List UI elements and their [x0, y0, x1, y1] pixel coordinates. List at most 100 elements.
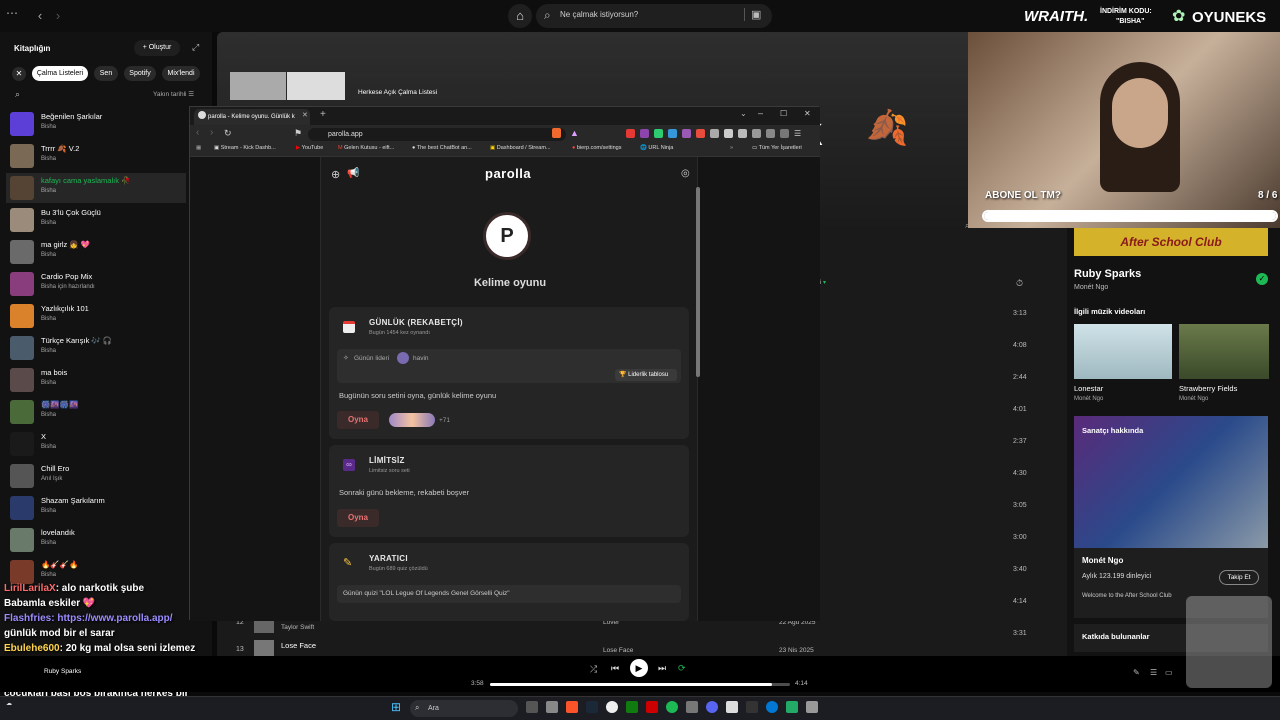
- close-window-icon[interactable]: ✕: [804, 109, 811, 118]
- video-title-lonestar[interactable]: Lonestar: [1074, 384, 1103, 393]
- video-thumb-strawberry[interactable]: [1179, 324, 1269, 379]
- apps-grid-icon[interactable]: ▦: [196, 145, 201, 151]
- bookmark-1[interactable]: ▣ Stream - Kick Dashb...: [214, 145, 276, 151]
- brave-browser-icon[interactable]: [566, 701, 578, 713]
- extension-icon-1[interactable]: [626, 129, 635, 138]
- now-playing-artist[interactable]: Monét Ngo: [1074, 284, 1108, 291]
- playlist-item[interactable]: kafayı cama yaslamalık 🥀 Bisha: [6, 173, 186, 203]
- wallet-icon[interactable]: [752, 129, 761, 138]
- repeat-icon[interactable]: ⟳: [678, 663, 686, 674]
- forward-arrow-icon[interactable]: ›: [50, 8, 66, 24]
- steam-icon[interactable]: [586, 701, 598, 713]
- unlimited-play-button[interactable]: Oyna: [337, 509, 379, 527]
- playlist-item[interactable]: Chill Ero Anıl Işık: [10, 461, 186, 491]
- windows-start-icon[interactable]: ⊞: [391, 701, 404, 714]
- edge-icon[interactable]: [766, 701, 778, 713]
- taskview-icon[interactable]: [526, 701, 538, 713]
- more-options-icon[interactable]: ⋯: [6, 6, 18, 20]
- playlist-item[interactable]: Shazam Şarkılarım Bisha: [10, 493, 186, 523]
- taskbar-search[interactable]: Ara: [410, 700, 518, 717]
- all-bookmarks[interactable]: ▭ Tüm Yer İşaretleri: [752, 145, 802, 151]
- daily-mode-card[interactable]: GÜNLÜK (REKABETÇİ) Bugün 1454 kez oynand…: [329, 307, 689, 439]
- notepad-icon[interactable]: [726, 701, 738, 713]
- chip-you[interactable]: Sen: [94, 66, 118, 81]
- expand-icon[interactable]: ⤢: [192, 42, 199, 53]
- clear-filter-icon[interactable]: ✕: [12, 67, 26, 81]
- spotify-icon[interactable]: [666, 701, 678, 713]
- file-explorer-icon[interactable]: [546, 701, 558, 713]
- back-arrow-icon[interactable]: ‹: [32, 8, 48, 24]
- scrollbar-thumb[interactable]: [696, 187, 700, 377]
- home-icon[interactable]: ⌂: [508, 4, 532, 28]
- brave-rewards-icon[interactable]: ▲: [570, 128, 579, 138]
- bookmark-youtube[interactable]: ▶ YouTube: [296, 145, 323, 151]
- extensions-puzzle-icon[interactable]: [724, 129, 733, 138]
- chip-mixed[interactable]: Mix'lendi: [162, 66, 200, 81]
- extension-icon-6[interactable]: [696, 129, 705, 138]
- brave-shield-icon[interactable]: [552, 128, 561, 138]
- discord-icon[interactable]: [706, 701, 718, 713]
- quiz-of-day[interactable]: Günün quizi "LOL Legue Of Legends Genel …: [337, 585, 681, 603]
- leo-icon[interactable]: [766, 129, 775, 138]
- daily-play-button[interactable]: Oyna: [337, 411, 379, 429]
- chat-username[interactable]: Ebulehe600: [4, 643, 60, 654]
- obs-icon[interactable]: [606, 701, 618, 713]
- creator-mode-card[interactable]: ✎ YARATICI Bugün 689 quiz çözüldü Günün …: [329, 543, 689, 621]
- previous-icon[interactable]: ⏮: [611, 663, 619, 674]
- playlist-item[interactable]: Türkçe Karışık 🎶 🎧 Bisha: [10, 333, 186, 363]
- browse-icon[interactable]: ▣: [744, 8, 761, 21]
- playlist-item[interactable]: 🎆🌆🎆🌆 Bisha: [10, 397, 186, 427]
- app-green-icon[interactable]: [786, 701, 798, 713]
- chip-playlists[interactable]: Çalma Listeleri: [32, 66, 88, 81]
- leaderboard-button[interactable]: 🏆 Liderlik tablosu: [615, 369, 677, 381]
- extension-icon-7[interactable]: [710, 129, 719, 138]
- artist-about-image[interactable]: [1074, 416, 1268, 548]
- queue-icon[interactable]: ☰: [1150, 668, 1157, 677]
- create-button[interactable]: + Oluştur: [134, 40, 180, 56]
- app-misc-icon[interactable]: [806, 701, 818, 713]
- capcut-icon[interactable]: [746, 701, 758, 713]
- xbox-icon[interactable]: [626, 701, 638, 713]
- extension-icon-5[interactable]: [682, 129, 691, 138]
- track-album-13[interactable]: Lose Face: [603, 647, 633, 654]
- playlist-item[interactable]: Trrrr 🍂 V.2 Bisha: [10, 141, 186, 171]
- progress-track[interactable]: [490, 683, 790, 686]
- browser-forward-icon[interactable]: ›: [210, 127, 213, 138]
- sidebar-toggle-icon[interactable]: [738, 129, 747, 138]
- address-bar[interactable]: parolla.app: [308, 128, 566, 141]
- bookmark-gmail[interactable]: M Gelen Kutusu - eift...: [338, 145, 394, 151]
- chat-username[interactable]: Flashfries: [4, 613, 51, 624]
- bookmark-urlninja[interactable]: 🌐 URL Ninja: [640, 145, 673, 151]
- now-playing-title[interactable]: Ruby Sparks: [1074, 268, 1141, 280]
- leader-name[interactable]: havin: [413, 355, 429, 362]
- video-title-strawberry[interactable]: Strawberry Fields: [1179, 384, 1237, 393]
- play-pause-button[interactable]: ▶: [630, 659, 648, 677]
- language-icon[interactable]: ⊕: [331, 168, 340, 181]
- extension-icon-2[interactable]: [640, 129, 649, 138]
- reload-icon[interactable]: ↻: [224, 128, 232, 139]
- tab-close-icon[interactable]: ✕: [302, 111, 308, 119]
- bookmark-dashboard[interactable]: ▣ Dashboard / Stream...: [490, 145, 551, 151]
- track-title-13[interactable]: Lose Face: [281, 641, 316, 650]
- browser-tab[interactable]: parolla - Kelime oyunu. Günlük k: [194, 109, 310, 125]
- playlist-item[interactable]: Yazlıkçılık 101 Bisha: [10, 301, 186, 331]
- chat-username[interactable]: LirilLarilaX: [4, 583, 56, 594]
- app-red-icon[interactable]: [646, 701, 658, 713]
- menu-icon[interactable]: ☰: [794, 129, 803, 138]
- minimize-icon[interactable]: –: [758, 108, 763, 118]
- more-bookmarks-icon[interactable]: »: [730, 145, 733, 151]
- new-tab-icon[interactable]: +: [320, 109, 326, 120]
- profile-icon[interactable]: ◎: [681, 168, 690, 179]
- devices-icon[interactable]: ▭: [1165, 668, 1173, 677]
- playlist-item[interactable]: Beğenilen Şarkılar Bisha: [10, 109, 186, 139]
- sort-dropdown[interactable]: Yakın tarihli ☰: [153, 90, 194, 98]
- playlist-item[interactable]: ma girlz 👧 💖 Bisha: [10, 237, 186, 267]
- lyrics-icon[interactable]: ✎: [1133, 668, 1140, 677]
- video-thumb-lonestar[interactable]: [1074, 324, 1172, 379]
- extension-icon-3[interactable]: [654, 129, 663, 138]
- tab-list-icon[interactable]: ⌄: [740, 109, 747, 118]
- playlist-item[interactable]: lovelandık Bisha: [10, 525, 186, 555]
- saved-check-icon[interactable]: ✓: [1256, 273, 1268, 285]
- library-search-icon[interactable]: ⌕: [15, 89, 20, 100]
- playlist-item[interactable]: Bu 3'lü Çok Güçlü Bisha: [10, 205, 186, 235]
